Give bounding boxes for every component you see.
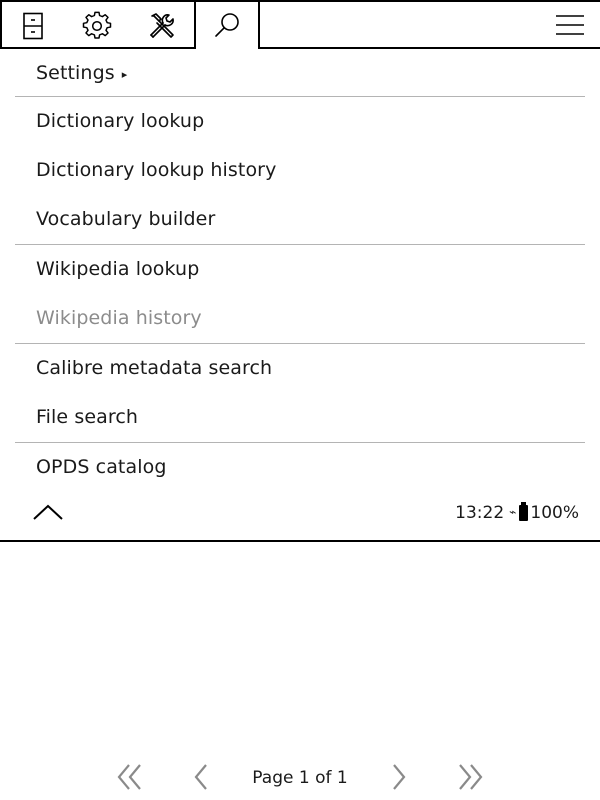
menu-item-label: OPDS catalog — [36, 456, 167, 478]
menu-item-vocabulary-builder[interactable]: Vocabulary builder — [15, 195, 585, 243]
tools-icon — [147, 11, 177, 41]
battery-icon — [519, 502, 529, 521]
menu-item-settings[interactable]: Settings ▸ — [15, 49, 585, 97]
menu-item-label: File search — [36, 406, 139, 428]
chevron-up-icon — [32, 503, 64, 525]
menu-item-label: Settings — [36, 62, 115, 84]
menu-item-dictionary-lookup[interactable]: Dictionary lookup — [15, 97, 585, 145]
file-cabinet-icon — [22, 12, 44, 40]
menu-item-wikipedia-lookup[interactable]: Wikipedia lookup — [15, 245, 585, 293]
chevron-left-icon — [191, 763, 211, 795]
menu-item-label: Dictionary lookup history — [36, 159, 277, 181]
menu-item-opds-catalog[interactable]: OPDS catalog — [15, 443, 585, 491]
menu-item-label: Dictionary lookup — [36, 110, 205, 132]
menu-item-label: Wikipedia history — [36, 307, 202, 329]
menu-item-wikipedia-history: Wikipedia history — [15, 294, 585, 342]
tab-file-cabinet[interactable] — [0, 0, 64, 49]
gear-icon — [82, 11, 112, 41]
menu-item-dictionary-lookup-history[interactable]: Dictionary lookup history — [15, 146, 585, 194]
menu-item-file-search[interactable]: File search — [15, 393, 585, 441]
submenu-arrow-icon: ▸ — [121, 67, 128, 81]
battery-level: 100% — [530, 503, 579, 523]
menu-item-label: Wikipedia lookup — [36, 258, 200, 280]
tab-tools[interactable] — [129, 0, 194, 49]
next-page-button[interactable] — [379, 764, 419, 794]
hamburger-menu-icon — [555, 13, 585, 37]
menu-item-calibre-metadata-search[interactable]: Calibre metadata search — [15, 344, 585, 392]
last-page-button[interactable] — [450, 764, 490, 794]
double-chevron-left-icon — [116, 763, 144, 795]
status-bar: 13:22 ⌁ 100% — [455, 502, 579, 523]
previous-page-button[interactable] — [181, 764, 221, 794]
menu-bottom-border — [0, 540, 600, 542]
menu-item-label: Calibre metadata search — [36, 357, 273, 379]
tab-search[interactable] — [194, 0, 260, 49]
search-icon — [212, 11, 242, 41]
page-indicator[interactable]: Page 1 of 1 — [240, 768, 360, 788]
tab-settings[interactable] — [64, 0, 129, 49]
menu-item-label: Vocabulary builder — [36, 208, 216, 230]
clock-time: 13:22 — [455, 503, 505, 523]
menu-footer: 13:22 ⌁ 100% — [0, 490, 600, 542]
first-page-button[interactable] — [110, 764, 150, 794]
double-chevron-right-icon — [456, 763, 484, 795]
menu-button[interactable] — [540, 0, 600, 49]
collapse-menu-button[interactable] — [30, 500, 66, 528]
chevron-right-icon — [389, 763, 409, 795]
connection-icon: ⌁ — [509, 505, 517, 519]
top-tab-bar — [0, 0, 600, 49]
pagination-bar: Page 1 of 1 — [0, 758, 600, 800]
